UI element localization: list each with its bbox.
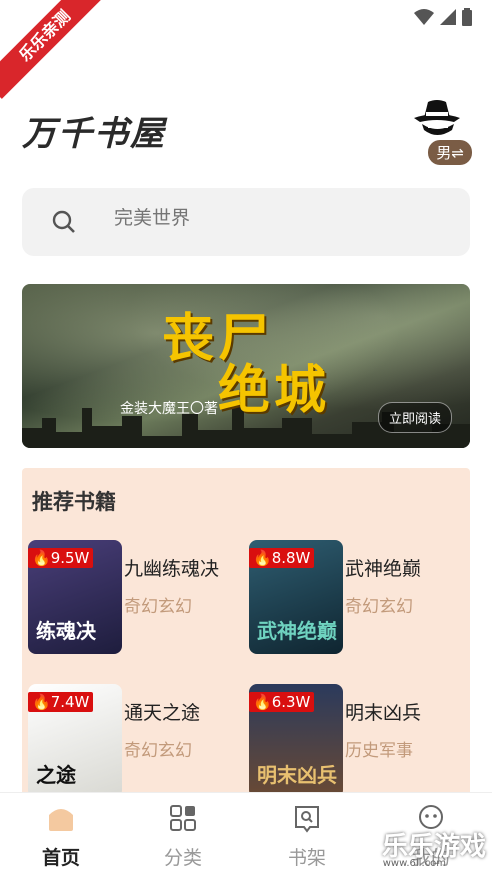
grid-icon	[170, 805, 196, 831]
heat-value: 7.4W	[50, 693, 90, 711]
book-genre: 奇幻玄幻	[124, 597, 192, 617]
signal-icon	[440, 9, 456, 25]
book-card[interactable]: 武神绝巅 🔥8.8W 武神绝巅 奇幻玄幻	[243, 540, 463, 654]
gender-switch-badge[interactable]: 男⇌	[428, 140, 472, 165]
book-name: 明末凶兵	[345, 702, 422, 724]
book-card[interactable]: 明末凶兵 🔥6.3W 明末凶兵 历史军事	[243, 684, 463, 798]
book-name: 通天之途	[124, 702, 201, 724]
battery-icon	[462, 8, 472, 26]
cover-title: 明末凶兵	[257, 763, 337, 787]
home-icon	[49, 809, 73, 831]
ribbon-text: 乐乐亲测	[0, 0, 108, 99]
book-name: 武神绝巅	[345, 558, 422, 580]
book-genre: 奇幻玄幻	[345, 597, 413, 617]
book-card[interactable]: 之途 🔥7.4W 通天之途 奇幻玄幻	[22, 684, 242, 798]
heat-badge: 🔥8.8W	[249, 548, 315, 568]
tab-label: 书架	[287, 847, 326, 869]
heat-badge: 🔥6.3W	[249, 692, 315, 712]
detective-hat-icon	[414, 100, 460, 135]
watermark-url: www.6ll.com	[382, 858, 446, 869]
promo-banner[interactable]: 丧尸 绝城 金装大魔王〇著 立即阅读	[22, 284, 470, 448]
heat-badge: 🔥7.4W	[28, 692, 94, 712]
banner-title-line2: 绝城	[218, 361, 331, 421]
book-card[interactable]: 练魂决 🔥9.5W 九幽练魂决 奇幻玄幻	[22, 540, 242, 654]
flame-icon: 🔥	[32, 693, 51, 711]
read-now-button[interactable]: 立即阅读	[377, 402, 452, 433]
bookshelf-icon	[295, 806, 319, 833]
cover-title: 练魂决	[36, 619, 96, 643]
heat-value: 9.5W	[50, 549, 90, 567]
corner-ribbon: 乐乐亲测	[0, 0, 110, 110]
cover-title: 之途	[36, 763, 76, 787]
flame-icon: 🔥	[253, 693, 272, 711]
search-bar[interactable]	[22, 188, 470, 256]
book-genre: 历史军事	[345, 741, 413, 761]
heat-value: 6.3W	[271, 693, 311, 711]
tab-label: 首页	[41, 847, 80, 869]
tab-home[interactable]: 首页	[16, 803, 106, 870]
tab-bookshelf[interactable]: 书架	[262, 803, 352, 870]
flame-icon: 🔥	[253, 549, 272, 567]
wifi-icon	[414, 9, 434, 25]
book-name: 九幽练魂决	[124, 558, 220, 580]
tab-label: 分类	[163, 847, 202, 869]
heat-badge: 🔥9.5W	[28, 548, 94, 568]
avatar[interactable]: 男⇌	[402, 96, 472, 166]
cover-title: 武神绝巅	[257, 619, 337, 643]
flame-icon: 🔥	[32, 549, 51, 567]
status-icons	[414, 8, 472, 26]
book-genre: 奇幻玄幻	[124, 741, 192, 761]
app-logo: 万千书屋	[22, 114, 166, 154]
heat-value: 8.8W	[271, 549, 311, 567]
banner-author: 金装大魔王〇著	[120, 401, 218, 417]
recommend-section: 推荐书籍 练魂决 🔥9.5W 九幽练魂决 奇幻玄幻 武神绝巅 🔥8.8W 武神绝…	[22, 468, 470, 808]
search-icon	[52, 210, 75, 233]
search-input[interactable]	[114, 208, 414, 230]
header: 万千书屋 男⇌	[22, 96, 472, 166]
tab-category[interactable]: 分类	[138, 803, 228, 870]
recommend-title: 推荐书籍	[32, 490, 116, 514]
